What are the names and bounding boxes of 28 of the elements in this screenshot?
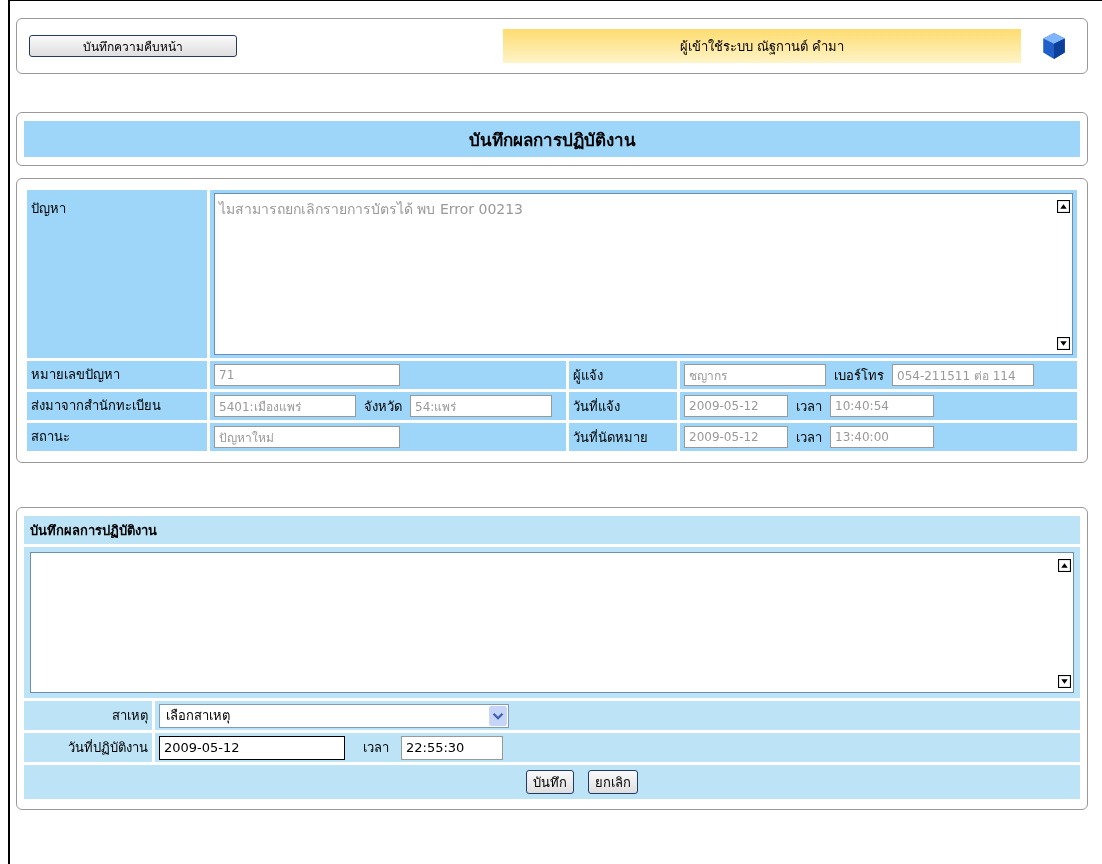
row-label: สถานะ	[27, 423, 207, 451]
dropdown-icon[interactable]	[489, 705, 507, 726]
date-field[interactable]: 2009-05-12	[159, 735, 345, 760]
cube-icon[interactable]	[1041, 32, 1067, 60]
time-label: เวลา	[363, 739, 389, 757]
field-label: เวลา	[796, 397, 822, 416]
time-field[interactable]: 22:55:30	[401, 735, 503, 760]
scroll-down-icon[interactable]	[1058, 675, 1071, 688]
cause-label: สาเหตุ	[24, 701, 152, 730]
row-label: ส่งมาจากสำนักทะเบียน	[27, 392, 207, 420]
row-label: วันที่แจ้ง	[569, 392, 677, 420]
form-button[interactable]: ยกเลิก	[588, 770, 638, 794]
user-banner: ผู้เข้าใช้ระบบ ณัฐกานต์ คำมา	[503, 29, 1021, 63]
problem-text: ไมสามารถยกเลิกรายการบัตรได้ พบ Error 00213	[219, 201, 523, 217]
date-label: วันที่ปฏิบัติงาน	[24, 733, 152, 762]
page-title: บันทึกผลการปฏิบัติงาน	[24, 121, 1080, 157]
progress-button[interactable]: บันทึกความคืบหน้า	[29, 35, 237, 57]
row-label: ผู้แจ้ง	[569, 361, 677, 389]
cause-select[interactable]: เลือกสาเหตุ	[159, 703, 509, 728]
row-label: หมายเลขปัญหา	[27, 361, 207, 389]
row-label: วันที่นัดหมาย	[569, 423, 677, 451]
problem-label: ปัญหา	[27, 190, 207, 358]
scroll-up-icon[interactable]	[1058, 559, 1071, 572]
form-button[interactable]: บันทึก	[526, 770, 574, 794]
field-label: จังหวัด	[364, 397, 402, 416]
section-title: บันทึกผลการปฏิบัติงาน	[24, 516, 1080, 544]
field-label: เบอร์โทร	[834, 366, 884, 385]
field-label: เวลา	[796, 428, 822, 447]
